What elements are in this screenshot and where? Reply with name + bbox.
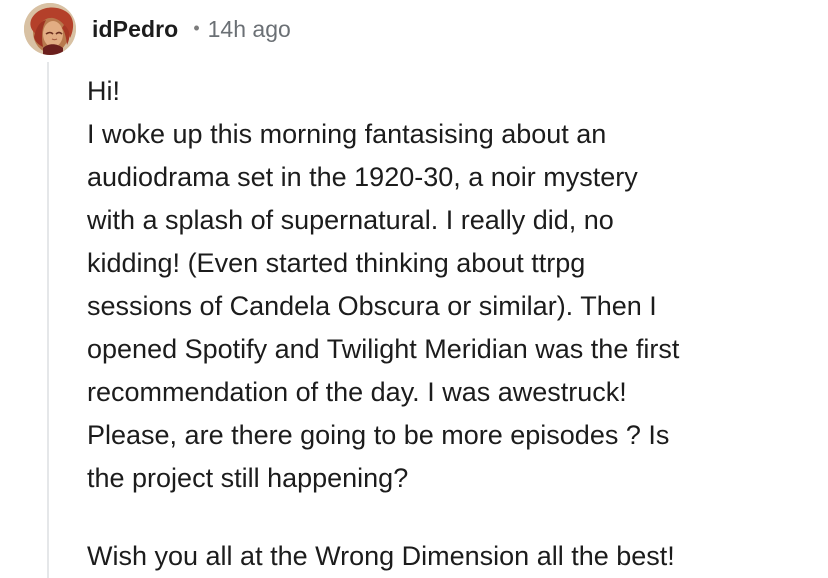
comment-paragraph-2: Wish you all at the Wrong Dimension all …	[87, 535, 807, 578]
comment-line-8: recommendation of the day. I was awestru…	[87, 377, 627, 407]
comment-header: idPedro • 14h ago	[92, 12, 291, 46]
comment-line-11: Wish you all at the Wrong Dimension all …	[87, 541, 675, 571]
timestamp[interactable]: 14h ago	[208, 16, 291, 43]
comment: idPedro • 14h ago Hi! I woke up this mor…	[0, 0, 828, 578]
comment-line-7: opened Spotify and Twilight Meridian was…	[87, 334, 680, 364]
comment-body: Hi! I woke up this morning fantasising a…	[87, 70, 807, 578]
comment-line-4: with a splash of supernatural. I really …	[87, 205, 614, 235]
comment-line-10: the project still happening?	[87, 463, 409, 493]
comment-line-1: Hi!	[87, 76, 120, 106]
comment-line-6: sessions of Candela Obscura or similar).…	[87, 291, 657, 321]
thread-line[interactable]	[47, 62, 49, 578]
comment-line-9: Please, are there going to be more episo…	[87, 420, 670, 450]
comment-line-2: I woke up this morning fantasising about…	[87, 119, 607, 149]
user-avatar-icon[interactable]	[24, 3, 76, 55]
comment-line-3: audiodrama set in the 1920-30, a noir my…	[87, 162, 638, 192]
comment-line-5: kidding! (Even started thinking about tt…	[87, 248, 586, 278]
username-link[interactable]: idPedro	[92, 16, 178, 43]
comment-paragraph-1: Hi! I woke up this morning fantasising a…	[87, 70, 807, 500]
meta-separator: •	[193, 17, 200, 38]
